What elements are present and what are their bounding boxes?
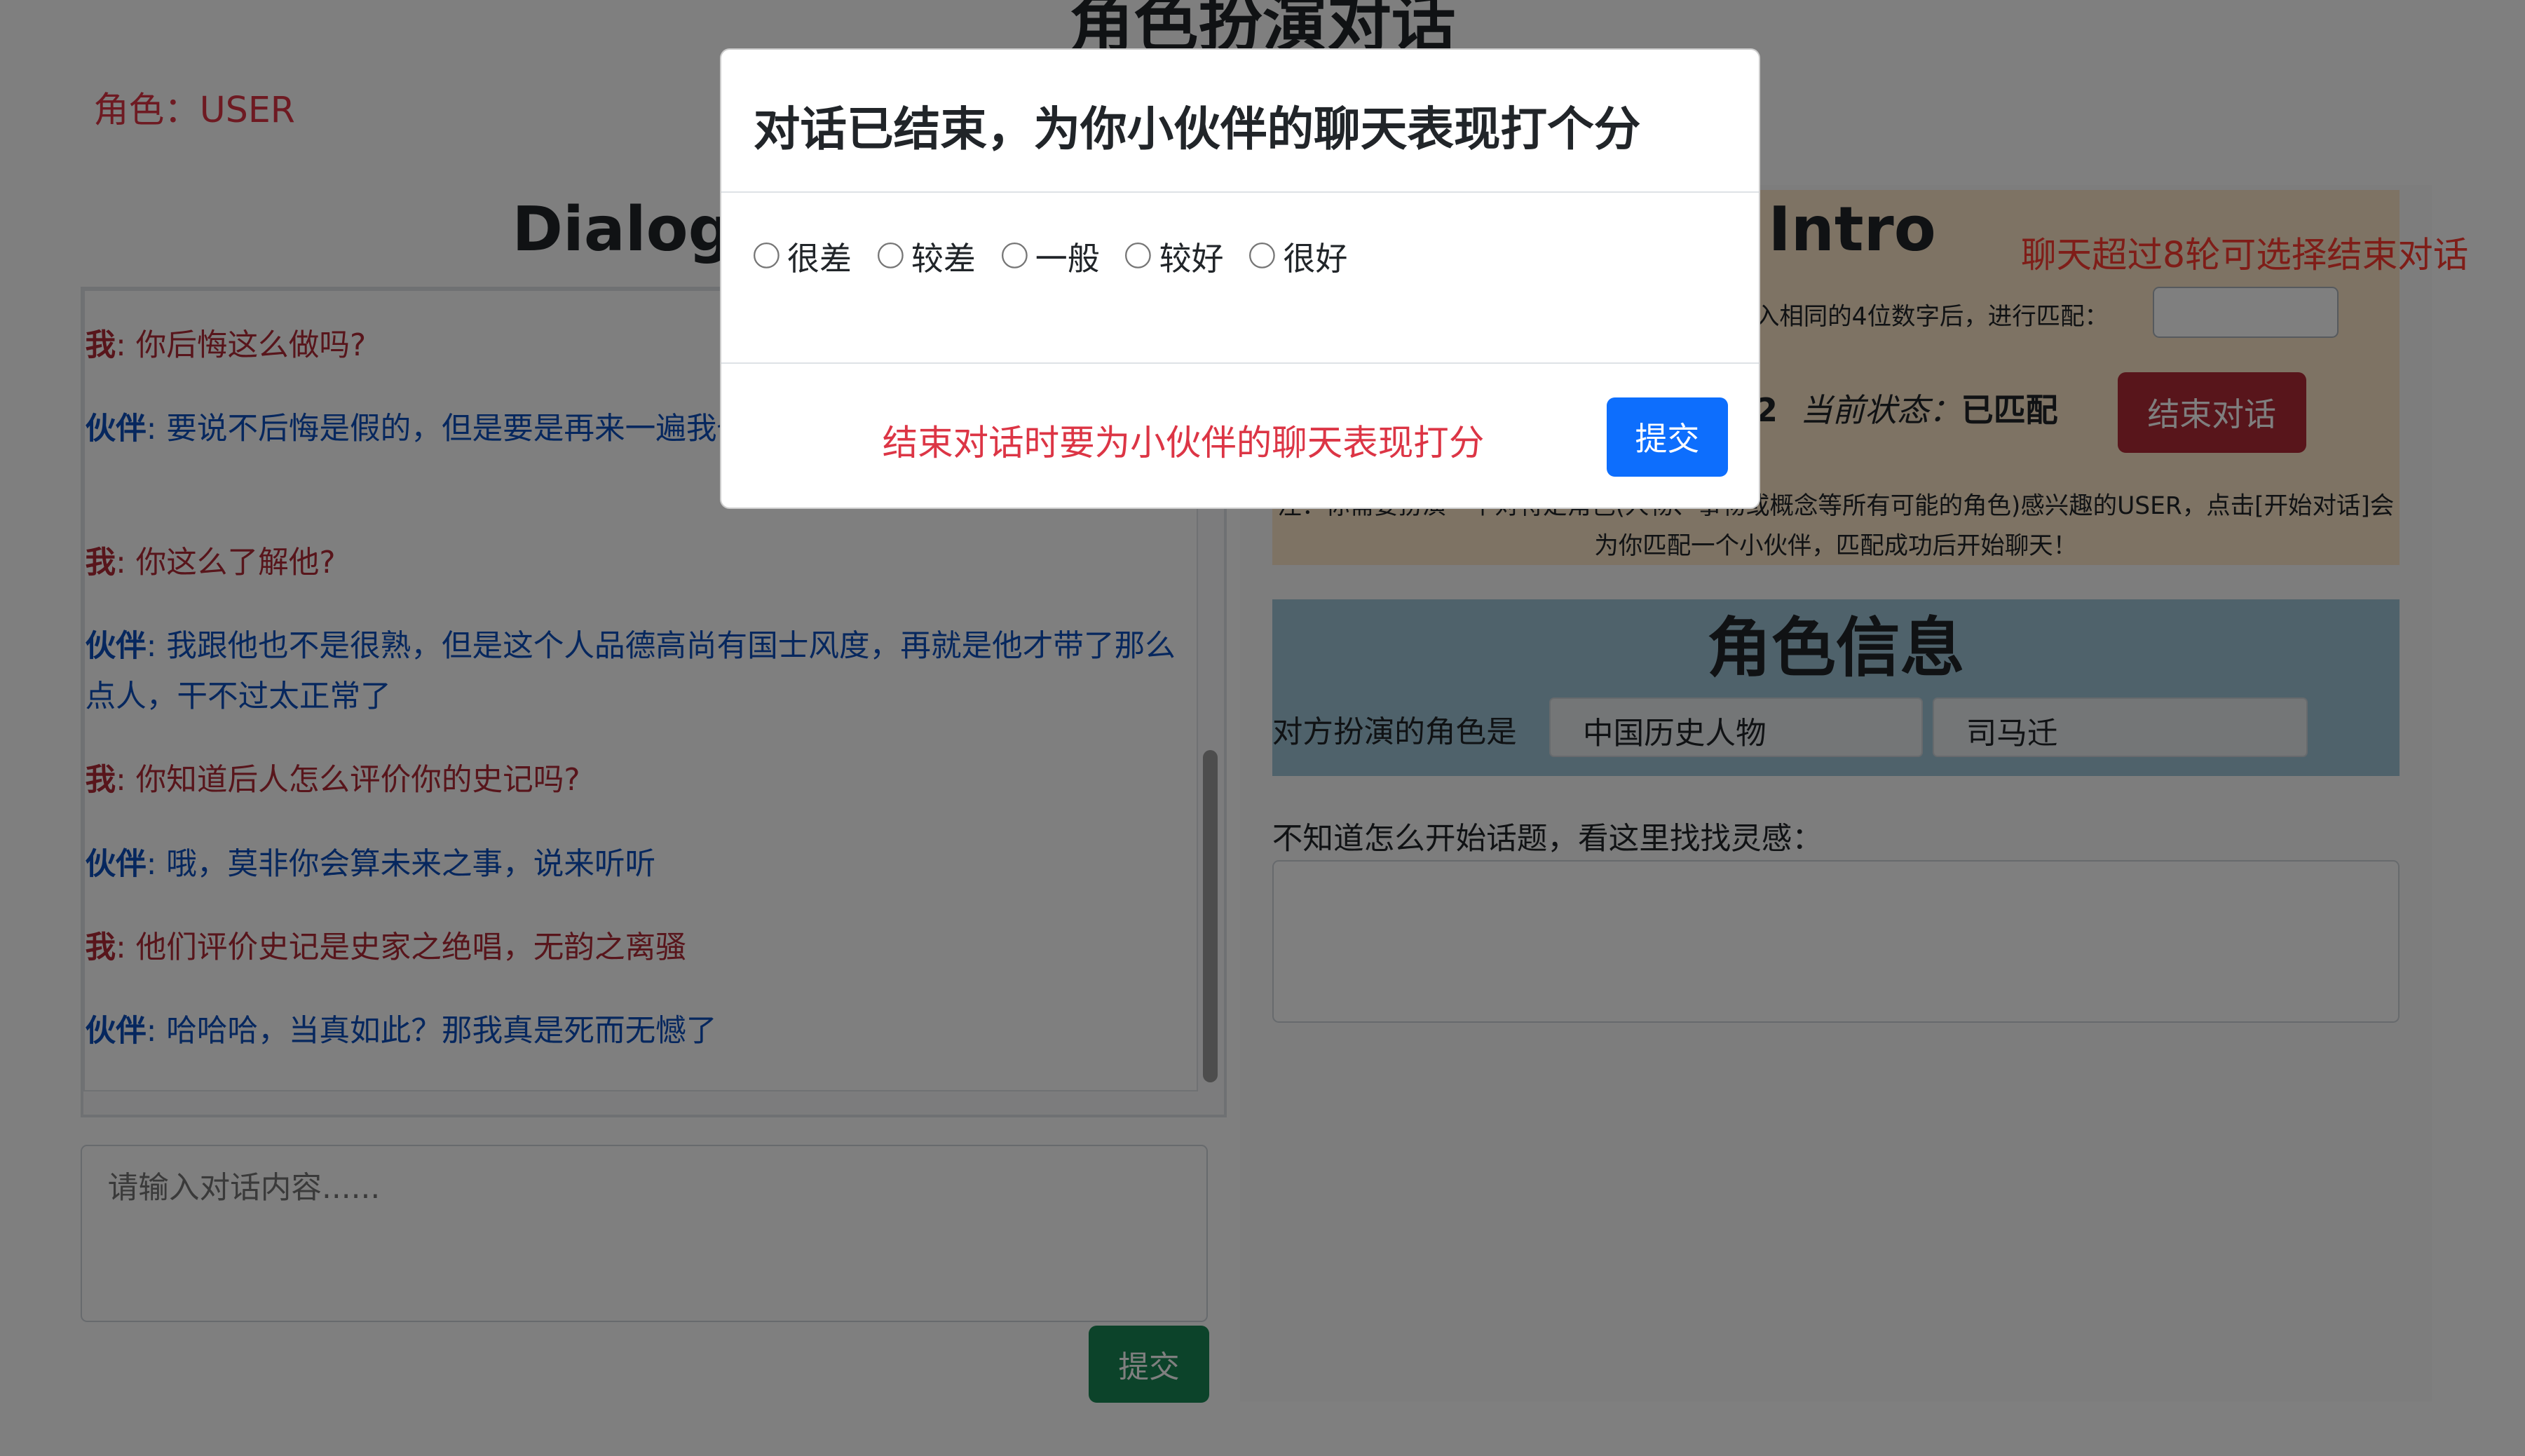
rating-radio[interactable] xyxy=(877,243,905,271)
rating-submit-button[interactable]: 提交 xyxy=(1607,397,1728,477)
rating-hint: 结束对话时要为小伙伴的聊天表现打分 xyxy=(882,422,1485,464)
rating-options: 很差 较差 一般 较好 很好 xyxy=(753,233,1373,280)
rating-radio[interactable] xyxy=(1249,243,1277,271)
rating-label: 很好 xyxy=(1283,239,1348,278)
rating-option-very-good[interactable]: 很好 xyxy=(1249,233,1347,280)
rating-label: 很差 xyxy=(787,239,852,278)
rating-radio[interactable] xyxy=(1125,243,1153,271)
rating-option-poor[interactable]: 较差 xyxy=(877,233,976,280)
modal-divider xyxy=(721,191,1759,193)
modal-title: 对话已结束，为你小伙伴的聊天表现打个分 xyxy=(753,101,1641,156)
rating-option-very-poor[interactable]: 很差 xyxy=(753,233,852,280)
rating-label: 较差 xyxy=(911,239,976,278)
rating-label: 一般 xyxy=(1035,239,1100,278)
modal-divider xyxy=(721,362,1759,364)
rating-label: 较好 xyxy=(1159,239,1224,278)
rating-radio[interactable] xyxy=(753,243,781,271)
rating-option-good[interactable]: 较好 xyxy=(1125,233,1224,280)
rating-radio[interactable] xyxy=(1001,243,1029,271)
rating-option-average[interactable]: 一般 xyxy=(1001,233,1100,280)
rating-modal: 对话已结束，为你小伙伴的聊天表现打个分 很差 较差 一般 较好 很好 结束对话时… xyxy=(719,48,1760,509)
